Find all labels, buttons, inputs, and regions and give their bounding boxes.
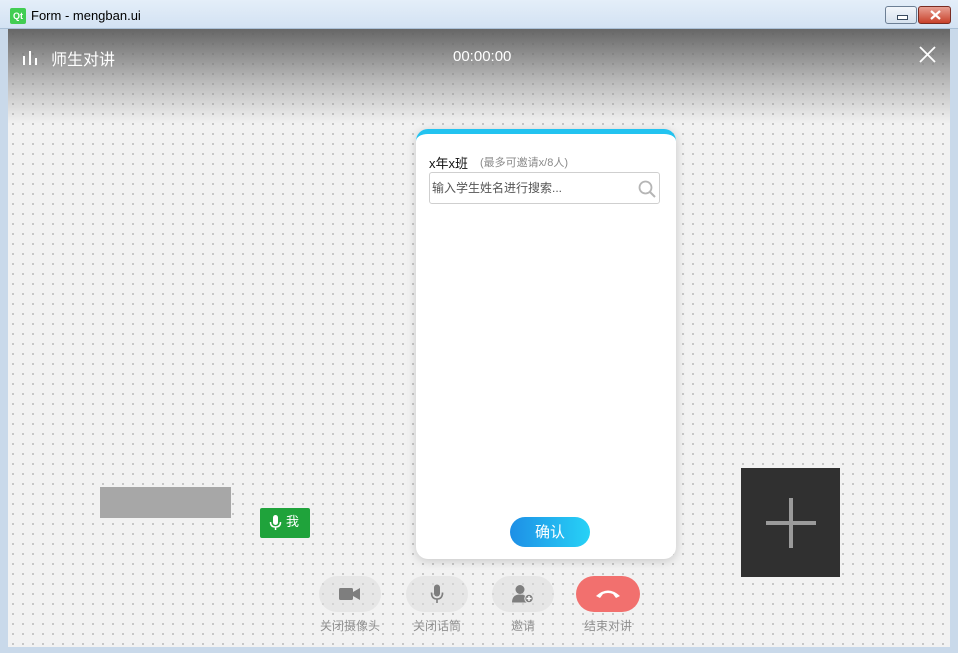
student-search-box <box>429 172 660 204</box>
video-placeholder-bar <box>100 487 231 518</box>
invite-button-bg <box>492 576 554 612</box>
end-call-button[interactable]: 结束对讲 <box>570 576 646 634</box>
camera-icon <box>339 588 360 600</box>
camera-label: 关闭摄像头 <box>319 619 380 633</box>
mic-button-bg <box>406 576 468 612</box>
qt-logo-icon: Qt <box>10 8 26 24</box>
invite-button[interactable]: 邀请 <box>491 576 555 634</box>
minimize-button[interactable] <box>885 6 917 24</box>
student-search-input[interactable] <box>431 174 632 202</box>
toggle-mic-button[interactable]: 关闭话筒 <box>405 576 469 634</box>
invite-label: 邀请 <box>510 619 535 633</box>
microphone-icon <box>269 515 282 530</box>
confirm-button[interactable]: 确认 <box>510 517 590 547</box>
end-call-label: 结束对讲 <box>583 619 632 633</box>
hang-up-icon <box>596 590 620 598</box>
call-timer: 00:00:00 <box>453 48 512 65</box>
search-icon[interactable] <box>638 180 656 198</box>
microphone-icon <box>430 584 444 603</box>
invite-dialog: x年x班 (最多可邀请x/8人) 确认 <box>416 129 676 559</box>
close-icon <box>930 10 941 20</box>
class-name: x年x班 <box>429 156 469 171</box>
window-close-button[interactable] <box>918 6 951 24</box>
local-user-label: 我 <box>286 515 300 530</box>
end-call-button-bg <box>576 576 640 612</box>
window-titlebar: Qt Form - mengban.ui <box>0 0 958 29</box>
local-user-tag: 我 <box>260 508 310 538</box>
page-title: 师生对讲 <box>51 52 116 69</box>
add-user-icon <box>512 585 534 604</box>
camera-button-bg <box>319 576 381 612</box>
header-bar <box>8 29 950 124</box>
plus-icon <box>766 498 816 548</box>
window-title: Form - mengban.ui <box>31 8 141 23</box>
toggle-camera-button[interactable]: 关闭摄像头 <box>310 576 390 634</box>
talk-window: 师生对讲 00:00:00 我 x年x班 (最多可邀请x/8人) 确认 <box>8 29 950 647</box>
signal-bars-icon <box>23 51 37 65</box>
close-call-icon[interactable] <box>919 46 936 63</box>
mic-label: 关闭话筒 <box>412 619 461 633</box>
invite-limit-hint: (最多可邀请x/8人) <box>480 157 568 169</box>
add-participant-tile[interactable] <box>741 468 840 577</box>
